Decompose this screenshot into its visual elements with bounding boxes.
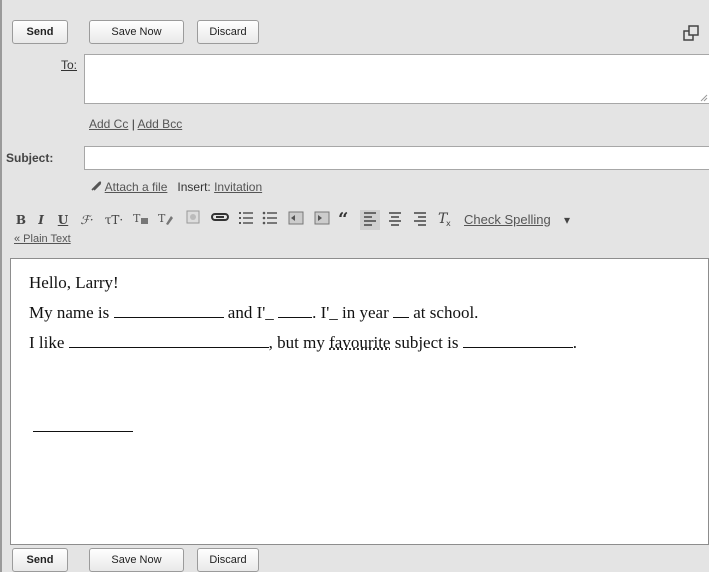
indent-more-icon[interactable] (312, 210, 332, 230)
to-label[interactable]: To: (61, 58, 77, 72)
send-button-top[interactable]: Send (12, 20, 68, 44)
text-segment: subject is (390, 333, 462, 352)
popout-icon[interactable] (682, 24, 700, 42)
svg-text:T: T (133, 212, 141, 225)
subject-label: Subject: (6, 151, 53, 165)
insert-invitation-link[interactable]: Invitation (214, 180, 262, 194)
remove-formatting-icon[interactable]: Tx (435, 210, 457, 230)
quote-icon[interactable]: “ (336, 210, 356, 230)
compose-window: Send Save Now Discard To: Add Cc | Add B… (0, 0, 709, 572)
send-button-bottom[interactable]: Send (12, 548, 68, 572)
misspelled-word[interactable]: favourite (329, 333, 390, 352)
blank-name[interactable] (114, 304, 224, 318)
text-segment: and I'_ (224, 303, 279, 322)
subject-field[interactable] (84, 146, 709, 170)
greeting-text: Hello, Larry! (29, 273, 119, 292)
blank-short[interactable] (278, 304, 312, 318)
insert-label: Insert: (177, 180, 210, 194)
add-bcc-link[interactable]: Add Bcc (138, 117, 183, 131)
check-spelling-link[interactable]: Check Spelling (464, 210, 551, 230)
save-now-button-bottom[interactable]: Save Now (89, 548, 184, 572)
to-field[interactable] (84, 54, 709, 104)
align-center-icon[interactable] (385, 210, 405, 230)
text-segment: at school. (409, 303, 478, 322)
svg-text:“: “ (338, 211, 348, 225)
signature-line (33, 431, 133, 432)
bold-button[interactable]: B (14, 210, 28, 230)
attach-row: Attach a file Insert: Invitation (90, 180, 262, 194)
link-icon[interactable] (209, 210, 231, 230)
discard-button-top[interactable]: Discard (197, 20, 259, 44)
indent-less-icon[interactable] (286, 210, 306, 230)
highlight-color-icon[interactable]: T (156, 210, 176, 230)
body-line-2: My name is and I'_ . I'_ in year at scho… (29, 303, 478, 323)
font-button[interactable]: ℱ· (76, 210, 98, 230)
svg-text:x: x (446, 219, 451, 226)
add-cc-link[interactable]: Add Cc (89, 117, 128, 131)
paperclip-icon (90, 180, 102, 192)
blank-subject[interactable] (463, 334, 573, 348)
text-segment: . I'_ in year (312, 303, 393, 322)
blank-year[interactable] (393, 304, 409, 318)
save-now-button-top[interactable]: Save Now (89, 20, 184, 44)
underline-button[interactable]: U (56, 210, 70, 230)
body-line-1: Hello, Larry! (29, 273, 119, 293)
formatting-toolbar: B I U ℱ· τT· T T “ T x Check Spelling ▾ (14, 210, 708, 232)
discard-button-bottom[interactable]: Discard (197, 548, 259, 572)
text-color-icon[interactable]: T (131, 210, 151, 230)
bulleted-list-icon[interactable] (260, 210, 280, 230)
blank-likes[interactable] (69, 334, 269, 348)
svg-text:T: T (158, 212, 166, 225)
font-size-button[interactable]: τT· (102, 210, 126, 230)
resize-handle-icon[interactable] (700, 94, 708, 102)
check-spelling-dropdown-icon[interactable]: ▾ (564, 210, 570, 230)
align-right-icon[interactable] (410, 210, 430, 230)
italic-button[interactable]: I (34, 210, 48, 230)
cc-bcc-separator: | (132, 117, 135, 131)
cc-bcc-links: Add Cc | Add Bcc (89, 117, 182, 131)
align-left-icon[interactable] (360, 210, 380, 230)
text-segment: I like (29, 333, 69, 352)
body-line-3: I like , but my favourite subject is . (29, 333, 577, 353)
text-segment: My name is (29, 303, 114, 322)
text-segment: , but my (269, 333, 329, 352)
emoticon-icon[interactable] (184, 210, 202, 230)
plain-text-link[interactable]: « Plain Text (14, 233, 71, 245)
text-segment: . (573, 333, 577, 352)
message-body[interactable]: Hello, Larry! My name is and I'_ . I'_ i… (10, 258, 709, 545)
attach-file-link[interactable]: Attach a file (105, 180, 168, 194)
numbered-list-icon[interactable] (236, 210, 256, 230)
